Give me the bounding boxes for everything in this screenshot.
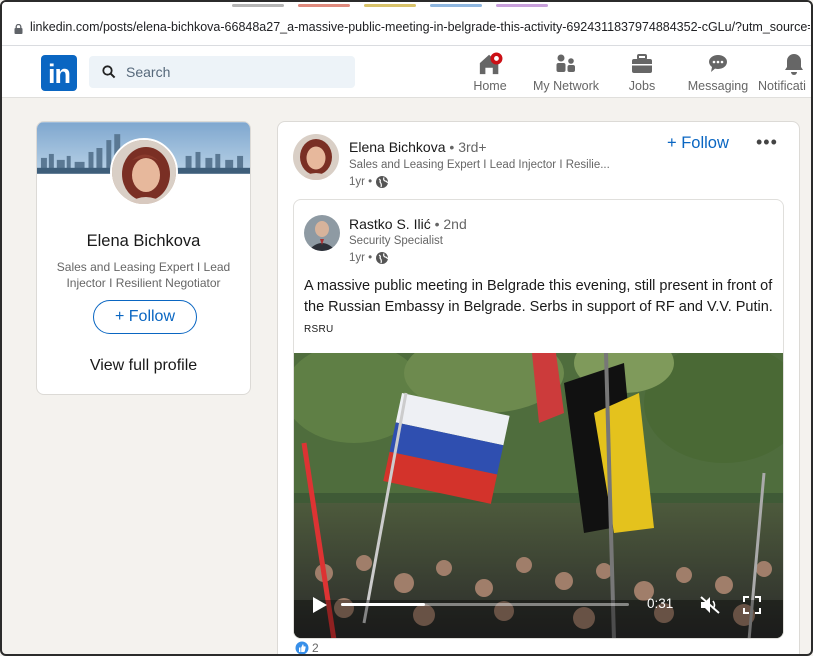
author-name[interactable]: Elena Bichkova • 3rd+ [349, 139, 487, 155]
fullscreen-icon[interactable] [743, 596, 761, 614]
nav-jobs-label: Jobs [628, 79, 656, 93]
muted-volume-icon[interactable] [699, 595, 721, 615]
view-full-profile-link[interactable]: View full profile [37, 357, 250, 375]
home-icon [479, 52, 503, 75]
author-headline: Sales and Leasing Expert I Lead Injector… [349, 159, 610, 171]
profile-name[interactable]: Elena Bichkova [37, 232, 250, 251]
messaging-icon [709, 55, 727, 72]
post-time-text: 1yr • [349, 176, 373, 188]
video-progress-bar[interactable] [341, 603, 629, 606]
post-card: Elena Bichkova • 3rd+ Sales and Leasing … [277, 121, 800, 654]
video-progress-fill [341, 603, 425, 606]
nav-messaging[interactable]: Messaging [678, 52, 758, 93]
follow-button[interactable]: + Follow [93, 300, 197, 334]
author-photo [293, 134, 339, 180]
search-icon [102, 65, 116, 79]
bell-icon [785, 54, 803, 75]
nav-my-network-label: My Network [533, 79, 599, 93]
shared-author-photo [304, 215, 340, 251]
shared-post-timestamp: 1yr • [349, 251, 389, 265]
address-bar[interactable]: linkedin.com/posts/elena-bichkova-66848a… [2, 2, 811, 46]
follow-link[interactable]: + Follow [667, 134, 729, 153]
post-tag[interactable]: RSRU [304, 324, 334, 335]
more-options-button[interactable]: ••• [756, 132, 778, 153]
nav-home[interactable]: Home [450, 52, 530, 93]
nav-jobs[interactable]: Jobs [602, 52, 682, 93]
network-icon [556, 54, 575, 72]
reaction-count[interactable]: 2 [312, 641, 319, 654]
browser-window: linkedin.com/posts/elena-bichkova-66848a… [0, 0, 813, 656]
profile-avatar[interactable] [110, 138, 178, 206]
author-avatar[interactable] [293, 134, 339, 180]
video-time: 0:31 [647, 596, 674, 611]
search-input[interactable]: Search [126, 64, 170, 80]
like-reaction-icon [295, 641, 309, 654]
author-degree: • 3rd+ [445, 139, 487, 155]
globe-icon [376, 176, 389, 188]
post-text: A massive public meeting in Belgrade thi… [304, 276, 774, 340]
nav-notifications[interactable]: Notificati [754, 52, 811, 93]
shared-author-avatar[interactable] [304, 215, 340, 251]
nav-home-label: Home [473, 79, 507, 93]
top-nav: in Search Home My Network Jobs Messaging… [2, 46, 811, 98]
nav-messaging-label: Messaging [687, 79, 749, 93]
globe-icon [376, 252, 389, 264]
reactions-bar[interactable]: 2 [295, 641, 319, 654]
post-body: A massive public meeting in Belgrade thi… [304, 278, 773, 315]
nav-notifications-label: Notificati [758, 79, 806, 93]
search-box[interactable]: Search [89, 56, 355, 88]
profile-card: Elena Bichkova Sales and Leasing Expert … [36, 121, 251, 395]
linkedin-logo[interactable]: in [41, 55, 77, 91]
briefcase-icon [632, 54, 652, 73]
shared-author-headline: Security Specialist [349, 235, 443, 247]
lock-icon [14, 24, 23, 34]
shared-author-name[interactable]: Rastko S. Ilić • 2nd [349, 216, 467, 232]
video-player[interactable]: 0:31 [294, 353, 783, 638]
profile-headline: Sales and Leasing Expert I Lead Injector… [56, 260, 231, 290]
profile-photo [112, 140, 176, 204]
shared-author-name-text[interactable]: Rastko S. Ilić [349, 216, 431, 232]
nav-my-network[interactable]: My Network [526, 52, 606, 93]
post-timestamp: 1yr • [349, 175, 389, 189]
shared-post: Rastko S. Ilić • 2nd Security Specialist… [293, 199, 784, 639]
tab-strip [232, 4, 548, 7]
url-text[interactable]: linkedin.com/posts/elena-bichkova-66848a… [30, 20, 810, 34]
play-icon[interactable] [312, 596, 328, 614]
shared-post-time-text: 1yr • [349, 252, 373, 264]
author-name-text[interactable]: Elena Bichkova [349, 139, 446, 155]
shared-author-degree: • 2nd [430, 216, 467, 232]
